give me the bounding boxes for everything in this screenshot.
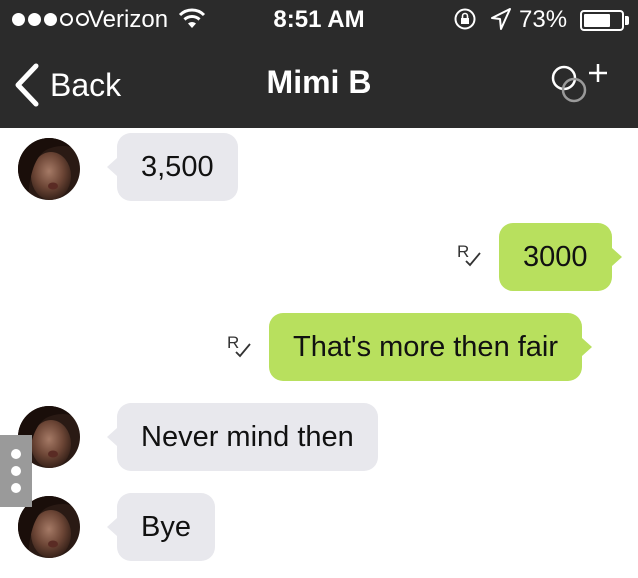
handle-dot (11, 466, 21, 476)
message-text: That's more then fair (293, 330, 559, 363)
read-receipt-icon: R (227, 333, 251, 358)
back-button[interactable]: Back (14, 60, 121, 110)
message-bubble-incoming[interactable]: 3,500 (107, 133, 238, 201)
read-receipt-icon: R (457, 242, 481, 267)
battery-icon (580, 10, 624, 31)
message-text: 3000 (523, 240, 588, 273)
back-label: Back (50, 66, 122, 103)
message-bubble-outgoing[interactable]: That's more then fair (269, 313, 593, 381)
chevron-left-icon (15, 63, 39, 107)
message-text: Bye (141, 510, 191, 543)
add-to-group-icon[interactable] (544, 60, 614, 106)
location-arrow-icon (491, 8, 511, 30)
message-text: Never mind then (141, 420, 354, 453)
message-bubble-incoming[interactable]: Never mind then (107, 403, 378, 471)
top-bar: Verizon 8:51 AM 73% Back Mimi B (0, 0, 638, 128)
contact-photo-icon (18, 138, 80, 200)
message-bubble-incoming[interactable]: Bye (107, 493, 215, 561)
handle-dot (11, 449, 21, 459)
side-menu-handle[interactable] (0, 435, 32, 507)
rotation-lock-icon (454, 8, 476, 30)
message-text: 3,500 (141, 150, 214, 183)
avatar[interactable] (18, 138, 80, 200)
handle-dot (11, 483, 21, 493)
svg-text:R: R (457, 242, 469, 261)
svg-text:R: R (227, 333, 239, 352)
message-bubble-outgoing[interactable]: 3000 (499, 223, 622, 291)
battery-tip (625, 16, 629, 25)
status-bar: Verizon 8:51 AM 73% (0, 0, 638, 40)
battery-percent: 73% (519, 6, 568, 33)
